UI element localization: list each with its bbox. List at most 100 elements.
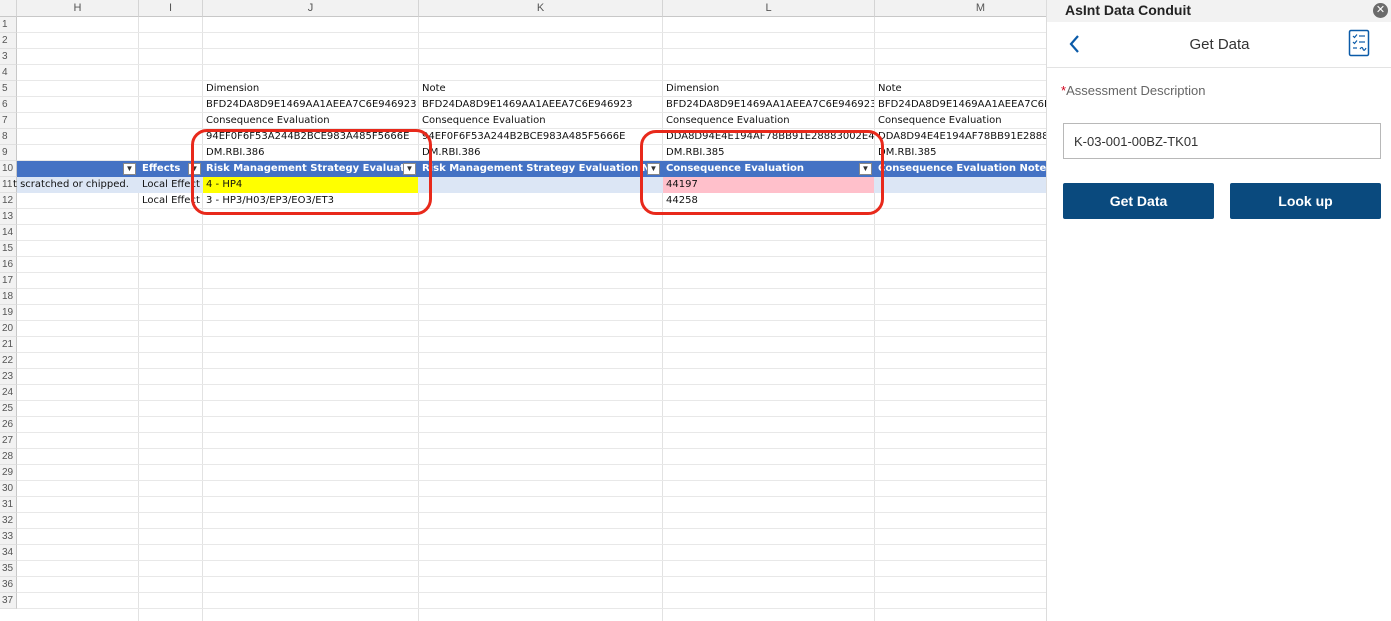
row-header[interactable]: 26 [0, 417, 17, 433]
gridline [17, 400, 1046, 401]
cell-m6[interactable]: BFD24DA8D9E1469AA1AEEA7C6E9 [875, 97, 1046, 113]
cell-l9[interactable]: DM.RBI.385 [663, 145, 874, 161]
gridline [17, 64, 1046, 65]
gridline [17, 464, 1046, 465]
cell-k9[interactable]: DM.RBI.386 [419, 145, 662, 161]
filter-dropdown-icon[interactable]: ▼ [188, 163, 201, 175]
gridline [17, 416, 1046, 417]
row-header[interactable]: 35 [0, 561, 17, 577]
row-header[interactable]: 9 [0, 145, 17, 161]
header-effects[interactable]: Effects [139, 161, 189, 177]
row-header[interactable]: 10 [0, 161, 17, 177]
cell-i12[interactable]: Local Effect [139, 193, 202, 209]
column-header-i[interactable]: I [139, 0, 203, 17]
row-header[interactable]: 5 [0, 81, 17, 97]
look-up-button[interactable]: Look up [1230, 183, 1381, 219]
assessment-description-input[interactable] [1063, 123, 1381, 159]
row-header[interactable]: 19 [0, 305, 17, 321]
row-header[interactable]: 4 [0, 65, 17, 81]
row-header[interactable]: 16 [0, 257, 17, 273]
row-header[interactable]: 33 [0, 529, 17, 545]
cell-k8[interactable]: 94EF0F6F53A244B2BCE983A485F5666E [419, 129, 662, 145]
cell-j12[interactable]: 3 - HP3/H03/EP3/EO3/ET3 [203, 193, 418, 209]
cell-l12[interactable]: 44258 [663, 193, 874, 209]
row-header[interactable]: 2 [0, 33, 17, 49]
filter-dropdown-icon[interactable]: ▼ [647, 163, 660, 175]
cell-k6[interactable]: BFD24DA8D9E1469AA1AEEA7C6E946923 [419, 97, 662, 113]
checklist-document-icon[interactable] [1348, 29, 1370, 57]
row-header[interactable]: 28 [0, 449, 17, 465]
row-header[interactable]: 8 [0, 129, 17, 145]
row-header[interactable]: 3 [0, 49, 17, 65]
cell-l8[interactable]: DDA8D94E4E194AF78BB91E28883002E4 [663, 129, 874, 145]
row-header[interactable]: 27 [0, 433, 17, 449]
column-header-l[interactable]: L [663, 0, 875, 17]
gridline [17, 240, 1046, 241]
row-header[interactable]: 25 [0, 401, 17, 417]
gridline [17, 32, 1046, 33]
cell-j7[interactable]: Consequence Evaluation [203, 113, 418, 129]
row-header[interactable]: 13 [0, 209, 17, 225]
row-header[interactable]: 15 [0, 241, 17, 257]
column-header-m[interactable]: M [875, 0, 1046, 17]
row-header[interactable]: 21 [0, 337, 17, 353]
row-header[interactable]: 20 [0, 321, 17, 337]
row-header[interactable]: 24 [0, 385, 17, 401]
column-header-j[interactable]: J [203, 0, 419, 17]
get-data-button[interactable]: Get Data [1063, 183, 1214, 219]
cell-j9[interactable]: DM.RBI.386 [203, 145, 418, 161]
filter-dropdown-icon[interactable]: ▼ [123, 163, 136, 175]
row-header[interactable]: 22 [0, 353, 17, 369]
row-header[interactable]: 18 [0, 289, 17, 305]
column-header-k[interactable]: K [419, 0, 663, 17]
row-header[interactable]: 6 [0, 97, 17, 113]
row-header[interactable]: 37 [0, 593, 17, 609]
header-consequence-eval[interactable]: Consequence Evaluation [663, 161, 859, 177]
row-header[interactable]: 12 [0, 193, 17, 209]
row-header[interactable]: 23 [0, 369, 17, 385]
gridline [17, 368, 1046, 369]
cell-m9[interactable]: DM.RBI.385 [875, 145, 1046, 161]
cell-l11[interactable]: 44197 [663, 177, 874, 193]
cell-l5[interactable]: Dimension [663, 81, 874, 97]
gridline [17, 512, 1046, 513]
cell-j8[interactable]: 94EF0F6F53A244B2BCE983A485F5666E [203, 129, 418, 145]
select-all-corner[interactable] [0, 0, 17, 17]
cell-h11[interactable]: t scratched or chipped. [13, 177, 138, 193]
row-header[interactable]: 1 [0, 17, 17, 33]
row-header[interactable]: 36 [0, 577, 17, 593]
spreadsheet-grid[interactable]: H I J K L M 1 2 3 4 5 6 7 8 9 10 11 12 13 14 15 16 17 18 1… [0, 0, 1046, 621]
cell-m5[interactable]: Note [875, 81, 1046, 97]
cell-j6[interactable]: BFD24DA8D9E1469AA1AEEA7C6E946923 [203, 97, 418, 113]
gridline [17, 384, 1046, 385]
cell-i11[interactable]: Local Effect [139, 177, 202, 193]
row-header[interactable]: 14 [0, 225, 17, 241]
cell-j11[interactable]: 4 - HP4 [203, 177, 418, 193]
gridline [17, 224, 1046, 225]
header-risk-strategy-eval[interactable]: Risk Management Strategy Evaluation [203, 161, 403, 177]
task-pane-titlebar: AsInt Data Conduit ✕ [1047, 0, 1391, 22]
cell-l7[interactable]: Consequence Evaluation [663, 113, 874, 129]
filter-dropdown-icon[interactable]: ▼ [859, 163, 872, 175]
row-header[interactable]: 32 [0, 513, 17, 529]
row-header[interactable]: 7 [0, 113, 17, 129]
column-header-h[interactable]: H [17, 0, 139, 17]
cell-k5[interactable]: Note [419, 81, 662, 97]
header-risk-strategy-note[interactable]: Risk Management Strategy Evaluation Note [419, 161, 659, 177]
task-pane: AsInt Data Conduit ✕ Get Data *Assessmen… [1046, 0, 1391, 621]
gridline [17, 48, 1046, 49]
header-consequence-note[interactable]: Consequence Evaluation Note [875, 161, 1046, 177]
row-header[interactable]: 17 [0, 273, 17, 289]
gridline [17, 432, 1046, 433]
cell-k7[interactable]: Consequence Evaluation [419, 113, 662, 129]
row-header[interactable]: 29 [0, 465, 17, 481]
row-header[interactable]: 31 [0, 497, 17, 513]
cell-l6[interactable]: BFD24DA8D9E1469AA1AEEA7C6E946923 [663, 97, 874, 113]
row-header[interactable]: 30 [0, 481, 17, 497]
cell-j5[interactable]: Dimension [203, 81, 418, 97]
row-header[interactable]: 34 [0, 545, 17, 561]
cell-m7[interactable]: Consequence Evaluation [875, 113, 1046, 129]
cell-m8[interactable]: DDA8D94E4E194AF78BB91E28883 [875, 129, 1046, 145]
close-icon[interactable]: ✕ [1373, 3, 1388, 18]
filter-dropdown-icon[interactable]: ▼ [403, 163, 416, 175]
